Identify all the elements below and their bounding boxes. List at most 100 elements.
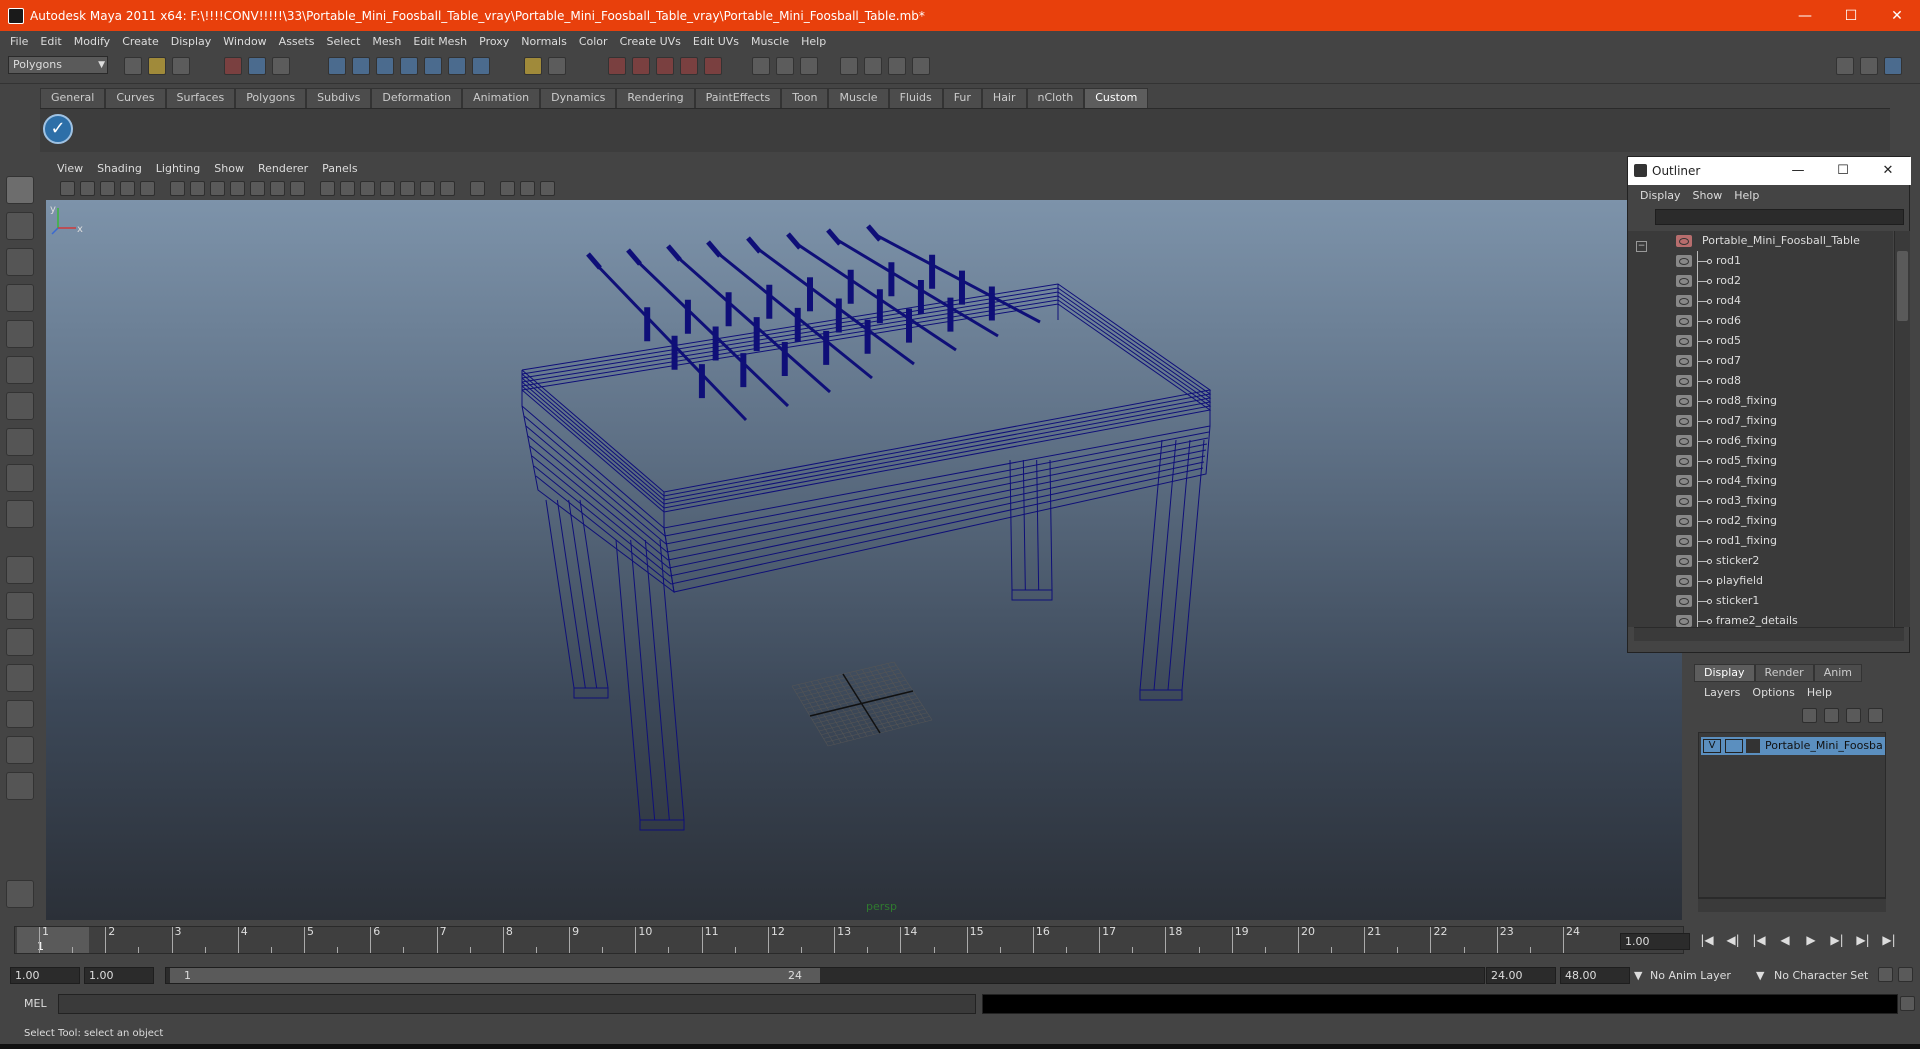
time-slider[interactable]: 1 1 2 3 4 5 6 7 8 9 10 11 12 13 14 15 16 17 18 19 20 21 22 23 2…: [14, 925, 1684, 954]
resolution-gate-icon[interactable]: [210, 181, 225, 196]
outliner-menu-help[interactable]: Help: [1728, 189, 1765, 202]
outliner-item[interactable]: sticker2: [1628, 551, 1893, 571]
lock-icon[interactable]: [524, 57, 542, 75]
image-plane-icon[interactable]: [100, 181, 115, 196]
snap-curve-icon[interactable]: [352, 57, 370, 75]
render-settings-icon[interactable]: [840, 57, 858, 75]
make-live-icon[interactable]: [424, 57, 442, 75]
checkmark-icon[interactable]: ✓: [43, 114, 73, 144]
clapper-settings-icon[interactable]: [912, 57, 930, 75]
tab-muscle[interactable]: Muscle: [828, 88, 889, 108]
tab-custom[interactable]: Custom: [1084, 88, 1149, 108]
menu-edit-mesh[interactable]: Edit Mesh: [407, 35, 473, 48]
tab-dynamics[interactable]: Dynamics: [540, 88, 617, 108]
viewport-menu-lighting[interactable]: Lighting: [149, 162, 207, 175]
viewport-menu-show[interactable]: Show: [207, 162, 251, 175]
outliner-filter-input[interactable]: [1655, 209, 1904, 225]
tab-hair[interactable]: Hair: [981, 88, 1027, 108]
outliner-item[interactable]: rod2: [1628, 271, 1893, 291]
scale-tool-icon[interactable]: [6, 356, 34, 384]
select-hierarchy-icon[interactable]: [224, 57, 242, 75]
four-view-layout-icon[interactable]: [6, 592, 34, 620]
chevron-down-icon[interactable]: ▼: [1756, 967, 1764, 984]
maximize-button[interactable]: ☐: [1828, 0, 1874, 31]
outliner-close-button[interactable]: ✕: [1868, 160, 1908, 182]
menu-file[interactable]: File: [4, 35, 34, 48]
channel-box-icon[interactable]: [1884, 57, 1902, 75]
end-time-field[interactable]: 48.00: [1560, 967, 1630, 984]
play-backwards-button[interactable]: ◀: [1774, 933, 1796, 951]
tab-polygons[interactable]: Polygons: [235, 88, 307, 108]
menu-select[interactable]: Select: [320, 35, 366, 48]
select-component-icon[interactable]: [272, 57, 290, 75]
perspective-viewport[interactable]: persp y x: [46, 200, 1682, 920]
outliner-item[interactable]: rod7_fixing: [1628, 411, 1893, 431]
outliner-item[interactable]: rod5_fixing: [1628, 451, 1893, 471]
current-frame-marker[interactable]: 1: [17, 927, 89, 953]
animation-preferences-icon[interactable]: [1898, 967, 1913, 982]
tab-deformation[interactable]: Deformation: [371, 88, 463, 108]
viewport-menu-view[interactable]: View: [50, 162, 90, 175]
select-object-icon[interactable]: [248, 57, 266, 75]
menu-edit[interactable]: Edit: [34, 35, 67, 48]
show-manipulator-icon[interactable]: [6, 464, 34, 492]
clapper-icon[interactable]: [888, 57, 906, 75]
safe-title-icon[interactable]: [290, 181, 305, 196]
camera-attributes-icon[interactable]: [60, 181, 75, 196]
layer-row[interactable]: V Portable_Mini_Foosball_Table: [1701, 737, 1885, 755]
textured-icon[interactable]: [380, 181, 395, 196]
tab-display-layers[interactable]: Display: [1694, 664, 1755, 682]
magnet-curve-icon[interactable]: [680, 57, 698, 75]
outliner-minimize-button[interactable]: —: [1778, 160, 1818, 182]
snap-point-icon[interactable]: [376, 57, 394, 75]
menu-window[interactable]: Window: [217, 35, 272, 48]
ipr-render-icon[interactable]: [800, 57, 818, 75]
menu-edit-uvs[interactable]: Edit UVs: [687, 35, 745, 48]
tab-curves[interactable]: Curves: [105, 88, 166, 108]
menu-set-dropdown[interactable]: Polygons ▼: [8, 56, 108, 74]
tab-fluids[interactable]: Fluids: [888, 88, 943, 108]
safe-action-icon[interactable]: [270, 181, 285, 196]
menu-display[interactable]: Display: [165, 35, 218, 48]
menu-modify[interactable]: Modify: [68, 35, 116, 48]
script-editor-icon[interactable]: [1900, 996, 1915, 1011]
shadows-icon[interactable]: [420, 181, 435, 196]
tool-settings-icon[interactable]: [1860, 57, 1878, 75]
outliner-item[interactable]: rod4_fixing: [1628, 471, 1893, 491]
hypershade-icon[interactable]: [864, 57, 882, 75]
layer-horizontal-scrollbar[interactable]: [1698, 898, 1886, 912]
render-view-icon[interactable]: [752, 57, 770, 75]
graph-layout-icon[interactable]: [6, 664, 34, 692]
2d-pan-zoom-icon[interactable]: [120, 181, 135, 196]
tab-rendering[interactable]: Rendering: [616, 88, 695, 108]
smooth-shade-icon[interactable]: [340, 181, 355, 196]
outliner-item[interactable]: rod7: [1628, 351, 1893, 371]
menu-muscle[interactable]: Muscle: [745, 35, 795, 48]
menu-normals[interactable]: Normals: [515, 35, 573, 48]
outliner-item[interactable]: rod4: [1628, 291, 1893, 311]
menu-mesh[interactable]: Mesh: [366, 35, 407, 48]
input-ops-icon[interactable]: [608, 57, 626, 75]
step-back-key-button[interactable]: |◀: [1748, 933, 1770, 951]
grease-pencil-icon[interactable]: [140, 181, 155, 196]
field-chart-icon[interactable]: [250, 181, 265, 196]
viewport-menu-renderer[interactable]: Renderer: [251, 162, 315, 175]
range-slider[interactable]: 1 24: [165, 967, 1485, 984]
tab-toon[interactable]: Toon: [781, 88, 829, 108]
menu-assets[interactable]: Assets: [273, 35, 321, 48]
single-view-layout-icon[interactable]: [6, 556, 34, 584]
scroll-thumb[interactable]: [1897, 251, 1908, 321]
lighting-sphere-icon[interactable]: [440, 181, 455, 196]
film-gate-icon[interactable]: [190, 181, 205, 196]
range-slider-handle[interactable]: [170, 968, 820, 983]
play-forwards-button[interactable]: ▶: [1800, 933, 1822, 951]
isolate-select-icon[interactable]: [470, 181, 485, 196]
open-scene-icon[interactable]: [148, 57, 166, 75]
step-forward-frame-button[interactable]: ▶|: [1852, 933, 1874, 951]
menu-proxy[interactable]: Proxy: [473, 35, 515, 48]
menu-help[interactable]: Help: [795, 35, 832, 48]
universal-manipulator-icon[interactable]: [6, 392, 34, 420]
snap-grid-icon[interactable]: [328, 57, 346, 75]
outliner-vertical-scrollbar[interactable]: [1894, 231, 1910, 627]
tab-fur[interactable]: Fur: [942, 88, 982, 108]
